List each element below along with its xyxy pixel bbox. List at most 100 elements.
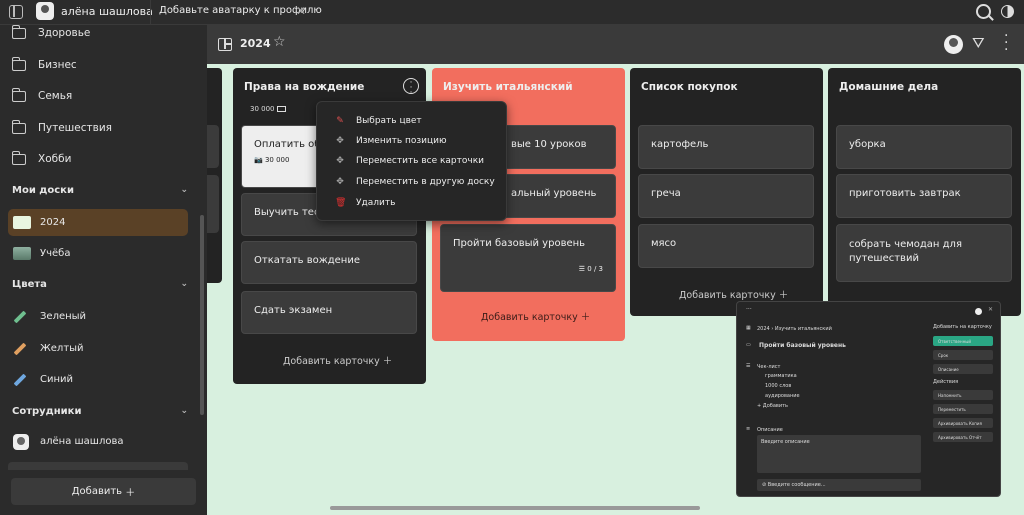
- checklist-item[interactable]: аудирование: [765, 393, 800, 399]
- board-thumbnail: [13, 247, 31, 260]
- theme-toggle-icon[interactable]: [1001, 5, 1014, 18]
- card[interactable]: Откатать вождение: [241, 241, 417, 284]
- card[interactable]: Сдать экзамен: [241, 291, 417, 334]
- sidebar-item-partial: [8, 462, 188, 470]
- sidebar-color-green[interactable]: .p1:before{background:#6fbf8f}Зеленый: [8, 303, 188, 330]
- avatar[interactable]: [944, 35, 963, 54]
- checklist-item[interactable]: грамматика: [765, 373, 797, 379]
- more-icon[interactable]: ···: [1004, 29, 1008, 57]
- assignee-button[interactable]: Ответственный: [933, 336, 993, 346]
- column-menu: ✎ Выбрать цвет ✥ Изменить позицию ✥ Перемес…: [316, 101, 507, 221]
- close-icon[interactable]: ✕: [296, 4, 306, 18]
- folder-icon: [12, 24, 26, 39]
- due-date-button[interactable]: Срок: [933, 350, 993, 360]
- folder-icon: [12, 56, 26, 71]
- menu-item-move-to-board[interactable]: ✥ Переместить в другую доску: [335, 175, 494, 189]
- description-button[interactable]: Описание: [933, 364, 993, 374]
- description-input[interactable]: Введите описание: [757, 435, 921, 473]
- checklist-count: ☰ 0 / 3: [578, 265, 603, 273]
- folder-icon: [12, 87, 26, 102]
- column-budget: 30 000: [250, 105, 286, 113]
- sidebar-folder[interactable]: Путешествия: [12, 116, 112, 140]
- chevron-down-icon: ⌄: [180, 406, 188, 416]
- board-title: 2024: [240, 37, 271, 50]
- add-item-button[interactable]: + Добавить: [757, 403, 788, 409]
- card[interactable]: собрать чемодан для путешествий: [836, 224, 1012, 282]
- menu-item-delete[interactable]: 🗑 Удалить: [335, 196, 395, 210]
- boards-section-header[interactable]: Мои доски ⌄: [12, 185, 188, 196]
- actions-title: Действия: [933, 379, 959, 385]
- column-housework: Домашние дела уборка приготовить завтрак…: [828, 68, 1021, 316]
- card[interactable]: Пройти базовый уровень ☰ 0 / 3: [440, 224, 616, 292]
- search-icon[interactable]: [976, 4, 991, 19]
- sidebar-staff-member[interactable]: алёна шашлова: [8, 428, 188, 455]
- more-icon[interactable]: ···: [403, 78, 419, 98]
- card[interactable]: уборка: [836, 125, 1012, 169]
- pencil-stroke: [13, 373, 27, 386]
- trash-icon: 🗑: [335, 198, 347, 208]
- folder-icon: [12, 119, 26, 134]
- move-icon: ✥: [336, 136, 344, 146]
- menu-item-change-position[interactable]: ✥ Изменить позицию: [335, 134, 446, 148]
- sidebar-scrollbar[interactable]: [200, 215, 204, 415]
- folder-icon: [12, 150, 26, 165]
- sidebar-folder[interactable]: Здоровье: [12, 21, 90, 45]
- sidebar-toggle-icon[interactable]: [9, 5, 23, 19]
- checklist-label: Чек-лист: [757, 364, 781, 370]
- chevron-down-icon: ⌄: [180, 279, 188, 289]
- add-button[interactable]: Добавить ＋: [11, 478, 196, 505]
- pencil-icon: [13, 373, 27, 387]
- star-icon[interactable]: ☆: [273, 34, 286, 50]
- archive-copy-button[interactable]: Архивировать Копия: [933, 418, 993, 428]
- staff-section-header[interactable]: Сотрудники ⌄: [12, 406, 188, 417]
- board-header: 2024 ☆ ⛛ · · ·: [207, 25, 1024, 64]
- move-icon: ✥: [336, 156, 344, 166]
- column-title: Список покупок: [641, 81, 738, 93]
- avatar[interactable]: [975, 308, 982, 315]
- description-label: Описание: [757, 427, 783, 433]
- pencil-icon: .p1:before{background:#6fbf8f}: [13, 310, 27, 324]
- sidebar-board-study[interactable]: Учёба: [8, 240, 188, 267]
- breadcrumb: 2024 › Изучить итальянский: [757, 326, 832, 332]
- top-bar: алёна шашлова Добавьте аватарку к профил…: [0, 0, 1024, 25]
- sidebar-folder[interactable]: Хобби: [12, 147, 71, 171]
- sidebar-folder[interactable]: Семья: [12, 84, 72, 108]
- checklist-icon: ☰: [746, 363, 751, 369]
- board-scrollbar[interactable]: [330, 506, 700, 510]
- column-title: Домашние дела: [839, 81, 939, 93]
- card[interactable]: картофель: [638, 125, 814, 169]
- checklist-item[interactable]: 1000 слов: [765, 383, 791, 389]
- archive-report-button[interactable]: Архивировать Отчёт: [933, 432, 993, 442]
- card[interactable]: приготовить завтрак: [836, 174, 1012, 218]
- add-card-button[interactable]: Добавить карточку ＋: [283, 353, 392, 367]
- close-icon[interactable]: ✕: [988, 306, 993, 313]
- avatar[interactable]: [36, 2, 54, 20]
- add-card-button[interactable]: Добавить карточку ＋: [679, 287, 788, 301]
- menu-item-move-all-cards[interactable]: ✥ Переместить все карточки: [335, 154, 484, 168]
- column-partial: [207, 68, 222, 283]
- card[interactable]: мясо: [638, 224, 814, 268]
- add-card-button[interactable]: Добавить карточку ＋: [481, 309, 590, 323]
- card-detail-modal: ··· ✕ ▦ 2024 › Изучить итальянский ▭ Про…: [736, 301, 1001, 497]
- pencil-stroke: [13, 342, 27, 355]
- filter-icon[interactable]: ⛛: [972, 34, 985, 52]
- more-icon[interactable]: ···: [746, 306, 752, 313]
- description-icon: ≡: [746, 426, 751, 432]
- menu-item-choose-color[interactable]: ✎ Выбрать цвет: [335, 114, 421, 128]
- card-icon: ▭: [746, 342, 751, 348]
- sidebar-color-blue[interactable]: Синий: [8, 366, 188, 393]
- sidebar-folder[interactable]: Бизнес: [12, 53, 77, 77]
- remind-button[interactable]: Напомнить: [933, 390, 993, 400]
- colors-section-header[interactable]: Цвета ⌄: [12, 279, 188, 290]
- move-icon: ✥: [336, 177, 344, 187]
- sidebar-color-yellow[interactable]: Желтый: [8, 335, 188, 362]
- column-title: Изучить итальянский: [443, 81, 573, 93]
- pencil-icon: [13, 342, 27, 356]
- sidebar-board-2024[interactable]: 2024: [8, 209, 188, 236]
- move-button[interactable]: Переместить: [933, 404, 993, 414]
- board-icon: [218, 38, 232, 51]
- money-icon: [276, 106, 286, 112]
- comment-input[interactable]: ⊘ Введите сообщение...: [757, 479, 921, 491]
- side-title: Добавить на карточку: [933, 324, 992, 330]
- card[interactable]: греча: [638, 174, 814, 218]
